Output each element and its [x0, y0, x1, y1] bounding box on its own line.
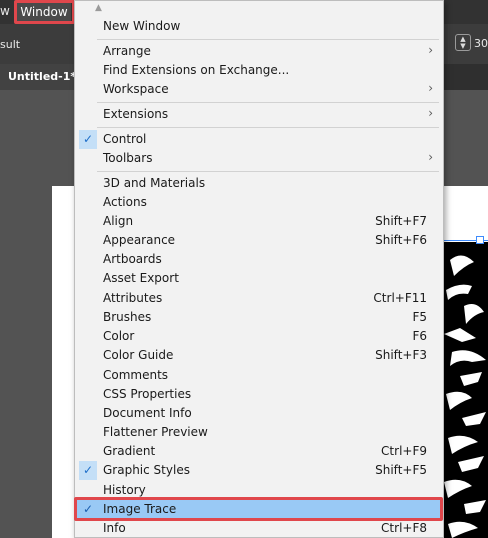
menu-item-align[interactable]: Align Shift+F7 [75, 212, 443, 231]
checkmark-icon: ✓ [79, 130, 97, 149]
chevron-right-icon: › [428, 106, 433, 120]
menu-item-flattener-preview[interactable]: Flattener Preview [75, 423, 443, 442]
menu-item-color[interactable]: Color F6 [75, 327, 443, 346]
control-bar-label: sult [0, 38, 21, 51]
menu-item-shortcut: Shift+F5 [375, 463, 427, 477]
menu-item-label: Attributes [103, 291, 163, 305]
stepper-icon[interactable]: ▲ ▼ [455, 34, 471, 51]
menu-item-brushes[interactable]: Brushes F5 [75, 308, 443, 327]
menu-item-label: Extensions [103, 107, 169, 121]
menu-window[interactable]: Window [17, 2, 71, 21]
menu-item-arrange[interactable]: Arrange › [75, 42, 443, 61]
menu-item-label: Control [103, 132, 147, 146]
scroll-up-icon[interactable]: ▲ [95, 3, 102, 13]
menu-item-color-guide[interactable]: Color Guide Shift+F3 [75, 346, 443, 365]
menu-item-toolbars[interactable]: Toolbars › [75, 149, 443, 168]
traced-image[interactable] [442, 242, 488, 538]
control-bar-value[interactable]: 30 [474, 37, 488, 50]
menu-item-shortcut: Ctrl+F9 [381, 444, 427, 458]
menu-item-label: Brushes [103, 310, 152, 324]
menu-item-attributes[interactable]: Attributes Ctrl+F11 [75, 289, 443, 308]
menu-item-label: Toolbars [103, 151, 153, 165]
menu-item-label: 3D and Materials [103, 176, 206, 190]
menu-item-shortcut: F6 [412, 329, 427, 343]
menu-item-label: Color [103, 329, 135, 343]
menu-item-shortcut: Shift+F6 [375, 233, 427, 247]
menu-item-label: New Window [103, 19, 181, 33]
menu-item-artboards[interactable]: Artboards [75, 250, 443, 269]
menu-item-appearance[interactable]: Appearance Shift+F6 [75, 231, 443, 250]
menu-item-actions[interactable]: Actions [75, 193, 443, 212]
menu-separator [97, 171, 439, 172]
menu-item-graphic-styles[interactable]: ✓ Graphic Styles Shift+F5 [75, 461, 443, 480]
menu-item-label: Arrange [103, 44, 151, 58]
chevron-right-icon: › [428, 43, 433, 57]
menu-item-3d-and-materials[interactable]: 3D and Materials [75, 174, 443, 193]
menu-item-label: Flattener Preview [103, 425, 208, 439]
document-tab[interactable]: Untitled-1* @ [0, 64, 91, 90]
menu-item-image-trace[interactable]: ✓ Image Trace [75, 500, 443, 519]
menu-item-label: Info [103, 521, 126, 535]
menu-item-label: Asset Export [103, 271, 179, 285]
menu-separator [97, 39, 439, 40]
window-menu-dropdown: ▲ New Window Arrange › Find Extensions o… [74, 0, 444, 538]
menu-item-gradient[interactable]: Gradient Ctrl+F9 [75, 442, 443, 461]
menu-item-shortcut: Shift+F3 [375, 348, 427, 362]
menu-item-find-extensions[interactable]: Find Extensions on Exchange... [75, 61, 443, 80]
chevron-right-icon: › [428, 81, 433, 95]
menu-item-document-info[interactable]: Document Info [75, 404, 443, 423]
menu-bar-previous-item[interactable]: w [0, 4, 10, 18]
menu-item-asset-export[interactable]: Asset Export [75, 269, 443, 288]
menu-item-shortcut: Shift+F7 [375, 214, 427, 228]
menu-item-info[interactable]: Info Ctrl+F8 [75, 519, 443, 538]
selection-handle[interactable] [476, 236, 484, 244]
menu-item-label: Document Info [103, 406, 192, 420]
menu-item-shortcut: Ctrl+F11 [373, 291, 427, 305]
menu-item-label: History [103, 483, 146, 497]
menu-item-label: Graphic Styles [103, 463, 190, 477]
menu-item-control[interactable]: ✓ Control [75, 130, 443, 149]
menu-item-label: Artboards [103, 252, 162, 266]
menu-item-css-properties[interactable]: CSS Properties [75, 385, 443, 404]
menu-item-label: Workspace [103, 82, 169, 96]
menu-item-shortcut: Ctrl+F8 [381, 521, 427, 535]
menu-item-label: Find Extensions on Exchange... [103, 63, 290, 77]
menu-item-label: Appearance [103, 233, 176, 247]
menu-item-history[interactable]: History [75, 481, 443, 500]
menu-item-label: Color Guide [103, 348, 174, 362]
menu-item-comments[interactable]: Comments [75, 366, 443, 385]
chevron-right-icon: › [428, 150, 433, 164]
checkmark-icon: ✓ [82, 502, 94, 516]
checkmark-icon: ✓ [79, 461, 97, 480]
menu-item-label: Align [103, 214, 134, 228]
menu-item-workspace[interactable]: Workspace › [75, 80, 443, 99]
image-strokes [444, 255, 486, 538]
menu-item-label: CSS Properties [103, 387, 192, 401]
menu-item-extensions[interactable]: Extensions › [75, 105, 443, 124]
menu-item-label: Gradient [103, 444, 156, 458]
menu-item-label: Comments [103, 368, 169, 382]
menu-item-label: Image Trace [103, 502, 177, 516]
menu-separator [97, 127, 439, 128]
menu-item-label: Actions [103, 195, 147, 209]
menu-item-shortcut: F5 [412, 310, 427, 324]
menu-item-new-window[interactable]: New Window [75, 17, 443, 36]
menu-separator [97, 102, 439, 103]
